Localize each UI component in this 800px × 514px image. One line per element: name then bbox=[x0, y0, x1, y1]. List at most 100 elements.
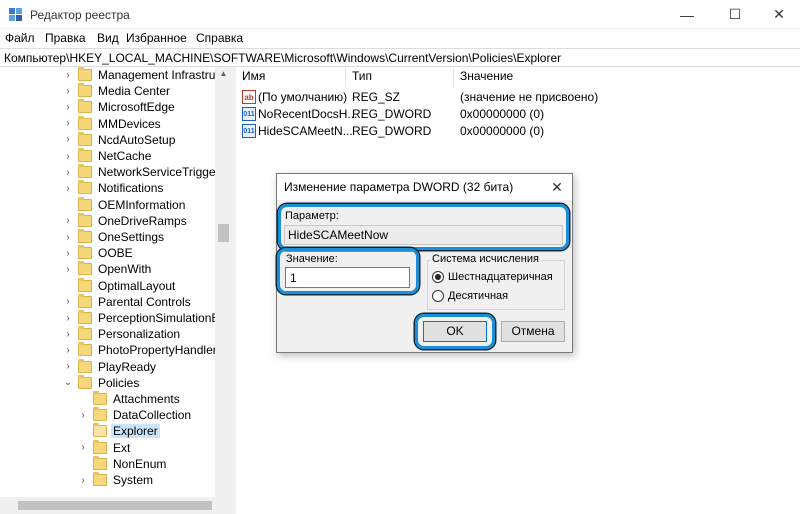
tree-item-label: OOBE bbox=[98, 246, 133, 261]
tree-item[interactable]: › MMDevices bbox=[62, 115, 163, 132]
tree-item-label: System bbox=[113, 473, 154, 487]
folder-icon bbox=[78, 326, 92, 341]
tree-item[interactable]: Explorer bbox=[77, 423, 160, 439]
column-type[interactable]: Тип bbox=[346, 67, 454, 86]
value-data: 0x00000000 (0) bbox=[460, 124, 545, 138]
tree-item[interactable]: ⌄ Policies bbox=[62, 374, 141, 391]
chevron-right-icon[interactable]: › bbox=[62, 231, 74, 243]
value-row[interactable]: 011 NoRecentDocsH... REG_DWORD 0x0000000… bbox=[236, 106, 800, 123]
chevron-right-icon[interactable]: › bbox=[62, 247, 74, 259]
chevron-right-icon[interactable]: › bbox=[62, 85, 74, 97]
tree-item[interactable]: › Parental Controls bbox=[62, 293, 193, 310]
tree-item-label: PerceptionSimulationExt bbox=[98, 311, 229, 325]
radio-checked-icon[interactable] bbox=[432, 271, 444, 283]
menu-edit[interactable]: Правка bbox=[45, 31, 86, 45]
radio-unchecked-icon[interactable] bbox=[432, 290, 444, 302]
maximize-button[interactable]: ☐ bbox=[712, 0, 758, 29]
menu-view[interactable]: Вид bbox=[97, 31, 119, 45]
chevron-right-icon[interactable]: › bbox=[62, 361, 74, 373]
tree-item-label: Attachments bbox=[113, 392, 180, 406]
tree-item[interactable]: › System bbox=[77, 472, 155, 488]
base-group-label: Система исчисления bbox=[430, 253, 541, 265]
tree-item[interactable]: › PlayReady bbox=[62, 358, 158, 375]
scroll-up-arrow-icon[interactable]: ▲ bbox=[215, 67, 232, 81]
registry-editor-icon bbox=[9, 8, 22, 21]
tree-item-label: OneDriveRamps bbox=[98, 213, 187, 228]
value-row[interactable]: 011 HideSCAMeetN... REG_DWORD 0x00000000… bbox=[236, 123, 800, 140]
tree-item[interactable]: › OneSettings bbox=[62, 229, 166, 245]
chevron-right-icon[interactable]: › bbox=[62, 312, 74, 324]
minimize-button[interactable]: — bbox=[664, 0, 710, 29]
value-name: (По умолчанию) bbox=[258, 90, 348, 104]
menu-bar: Файл Правка Вид Избранное Справка bbox=[0, 29, 800, 48]
chevron-right-icon[interactable]: › bbox=[62, 166, 74, 178]
folder-icon bbox=[93, 439, 107, 454]
address-bar[interactable]: Компьютер\HKEY_LOCAL_MACHINE\SOFTWARE\Mi… bbox=[0, 48, 800, 67]
chevron-right-icon[interactable]: › bbox=[62, 150, 74, 162]
folder-icon bbox=[78, 212, 92, 227]
tree-item-label: MMDevices bbox=[98, 116, 161, 131]
tree-item-label: MicrosoftEdge bbox=[98, 100, 175, 115]
tree-item[interactable]: › Media Center bbox=[62, 83, 172, 99]
chevron-right-icon[interactable]: › bbox=[62, 182, 74, 194]
value-row[interactable]: ab (По умолчанию) REG_SZ (значение не пр… bbox=[236, 89, 800, 106]
chevron-right-icon[interactable]: › bbox=[62, 328, 74, 340]
chevron-right-icon[interactable]: › bbox=[62, 69, 74, 81]
dialog-close-icon[interactable]: ✕ bbox=[547, 177, 567, 197]
folder-icon bbox=[78, 229, 92, 243]
column-name[interactable]: Имя bbox=[236, 67, 346, 86]
tree-vertical-scrollbar[interactable] bbox=[215, 67, 232, 497]
tree-item[interactable]: OptimalLayout bbox=[62, 277, 177, 294]
chevron-down-icon[interactable]: ⌄ bbox=[62, 377, 74, 389]
chevron-right-icon[interactable]: › bbox=[62, 296, 74, 308]
chevron-right-icon[interactable]: › bbox=[77, 442, 89, 454]
column-value[interactable]: Значение bbox=[454, 67, 800, 86]
tree-item[interactable]: › Notifications bbox=[62, 180, 165, 196]
tree-item[interactable]: › Personalization bbox=[62, 326, 182, 342]
radio-hexadecimal[interactable]: Шестнадцатеричная bbox=[432, 270, 553, 284]
tree-item[interactable]: › OneDriveRamps bbox=[62, 212, 189, 229]
tree-item-label: Notifications bbox=[98, 181, 164, 196]
tree-item[interactable]: Attachments bbox=[77, 391, 182, 407]
tree-item[interactable]: › NcdAutoSetup bbox=[62, 131, 177, 148]
chevron-right-icon[interactable]: › bbox=[77, 409, 89, 421]
title-bar: Редактор реестра — ☐ ✕ bbox=[0, 0, 800, 29]
folder-icon bbox=[78, 180, 92, 195]
menu-file[interactable]: Файл bbox=[5, 31, 35, 45]
radio-decimal[interactable]: Десятичная bbox=[432, 289, 508, 303]
value-name: NoRecentDocsH... bbox=[258, 107, 358, 121]
tree-item[interactable]: › OpenWith bbox=[62, 261, 153, 277]
close-button[interactable]: ✕ bbox=[756, 0, 800, 29]
tree-item[interactable]: › NetworkServiceTriggers bbox=[62, 164, 228, 180]
chevron-right-icon[interactable]: › bbox=[62, 134, 74, 146]
tree-item[interactable]: NonEnum bbox=[77, 455, 168, 472]
tree-item[interactable]: › OOBE bbox=[62, 245, 135, 261]
tree-item[interactable]: › Management Infrastructu bbox=[62, 67, 232, 83]
chevron-right-icon[interactable]: › bbox=[62, 215, 74, 227]
cancel-button[interactable]: Отмена bbox=[501, 321, 565, 342]
tree-item[interactable]: › NetCache bbox=[62, 148, 153, 164]
chevron-right-icon[interactable]: › bbox=[77, 474, 89, 486]
menu-favorites[interactable]: Избранное bbox=[126, 31, 187, 45]
folder-icon bbox=[93, 472, 107, 486]
tree-item[interactable]: › Ext bbox=[77, 439, 132, 456]
folder-icon bbox=[78, 261, 92, 276]
radio-dec-label: Десятичная bbox=[448, 290, 509, 302]
tree-scroll-thumb[interactable] bbox=[218, 224, 229, 242]
tree-item[interactable]: › PerceptionSimulationExt bbox=[62, 310, 231, 326]
chevron-right-icon[interactable]: › bbox=[62, 263, 74, 275]
tree-item[interactable]: › MicrosoftEdge bbox=[62, 99, 177, 115]
chevron-right-icon[interactable]: › bbox=[62, 118, 74, 130]
chevron-right-icon[interactable]: › bbox=[62, 344, 74, 356]
folder-icon bbox=[93, 391, 107, 405]
edit-dword-dialog: Изменение параметра DWORD (32 бита) ✕ Па… bbox=[276, 173, 573, 353]
tree-hscroll-thumb[interactable] bbox=[18, 501, 212, 510]
tree-item[interactable]: OEMInformation bbox=[62, 196, 187, 213]
chevron-right-icon[interactable]: › bbox=[62, 101, 74, 113]
key-tree[interactable]: › Management Infrastructu › Media Center › Mi… bbox=[0, 67, 232, 497]
tree-item[interactable]: › PhotoPropertyHandler bbox=[62, 342, 219, 358]
tree-item[interactable]: › DataCollection bbox=[77, 407, 193, 423]
folder-icon bbox=[78, 245, 92, 260]
tree-item-label: NetworkServiceTriggers bbox=[98, 165, 226, 180]
menu-help[interactable]: Справка bbox=[196, 31, 243, 45]
